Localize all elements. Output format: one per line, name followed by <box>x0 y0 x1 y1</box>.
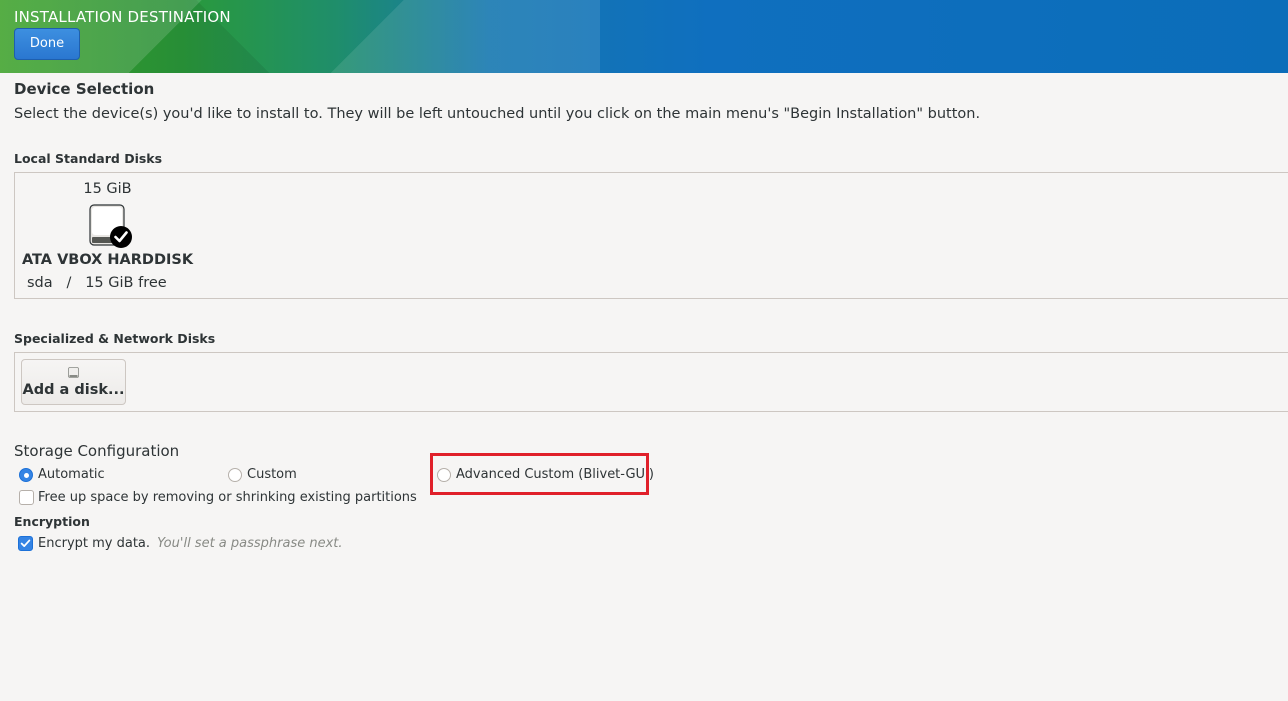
harddisk-selected-icon <box>89 204 132 248</box>
device-selection-description: Select the device(s) you'd like to insta… <box>14 106 981 122</box>
add-disk-button[interactable]: Add a disk... <box>21 359 126 405</box>
automatic-label[interactable]: Automatic <box>38 467 105 482</box>
storage-config-title: Storage Configuration <box>14 442 180 460</box>
network-disks-label: Specialized & Network Disks <box>14 331 216 346</box>
add-disk-label: Add a disk... <box>22 382 125 398</box>
encrypt-label-row: Encrypt my data. You'll set a passphrase… <box>38 536 343 551</box>
encrypt-label[interactable]: Encrypt my data. <box>38 536 150 551</box>
local-disks-label: Local Standard Disks <box>14 151 163 166</box>
disk-name: ATA VBOX HARDDISK <box>21 252 194 268</box>
custom-radio[interactable] <box>228 468 242 482</box>
encrypt-hint: You'll set a passphrase next. <box>157 536 343 551</box>
disk-details: sda / 15 GiB free <box>27 275 167 291</box>
disk-item-sda[interactable]: 15 GiB ATA VBOX HARDDISK sda / 15 GiB fr… <box>15 173 200 298</box>
checkmark-icon <box>20 539 31 547</box>
highlight-box <box>430 453 649 495</box>
done-button[interactable]: Done <box>14 28 80 60</box>
disk-size: 15 GiB <box>83 181 132 197</box>
device-selection-title: Device Selection <box>14 80 155 98</box>
network-disks-panel: Add a disk... <box>14 352 1288 412</box>
free-space-label[interactable]: Free up space by removing or shrinking e… <box>38 490 417 505</box>
page-title: INSTALLATION DESTINATION <box>14 8 231 26</box>
disk-separator: / <box>66 275 72 291</box>
disk-small-icon <box>68 367 79 378</box>
encryption-title: Encryption <box>14 514 90 529</box>
encrypt-checkbox[interactable] <box>18 536 33 551</box>
free-space-checkbox[interactable] <box>19 490 34 505</box>
disk-device: sda <box>27 275 53 291</box>
header-bar: INSTALLATION DESTINATION Done <box>0 0 1288 73</box>
disk-free-space: 15 GiB free <box>85 275 167 291</box>
custom-label[interactable]: Custom <box>247 467 297 482</box>
local-disks-panel: 15 GiB ATA VBOX HARDDISK sda / 15 GiB fr… <box>14 172 1288 299</box>
automatic-radio[interactable] <box>19 468 33 482</box>
